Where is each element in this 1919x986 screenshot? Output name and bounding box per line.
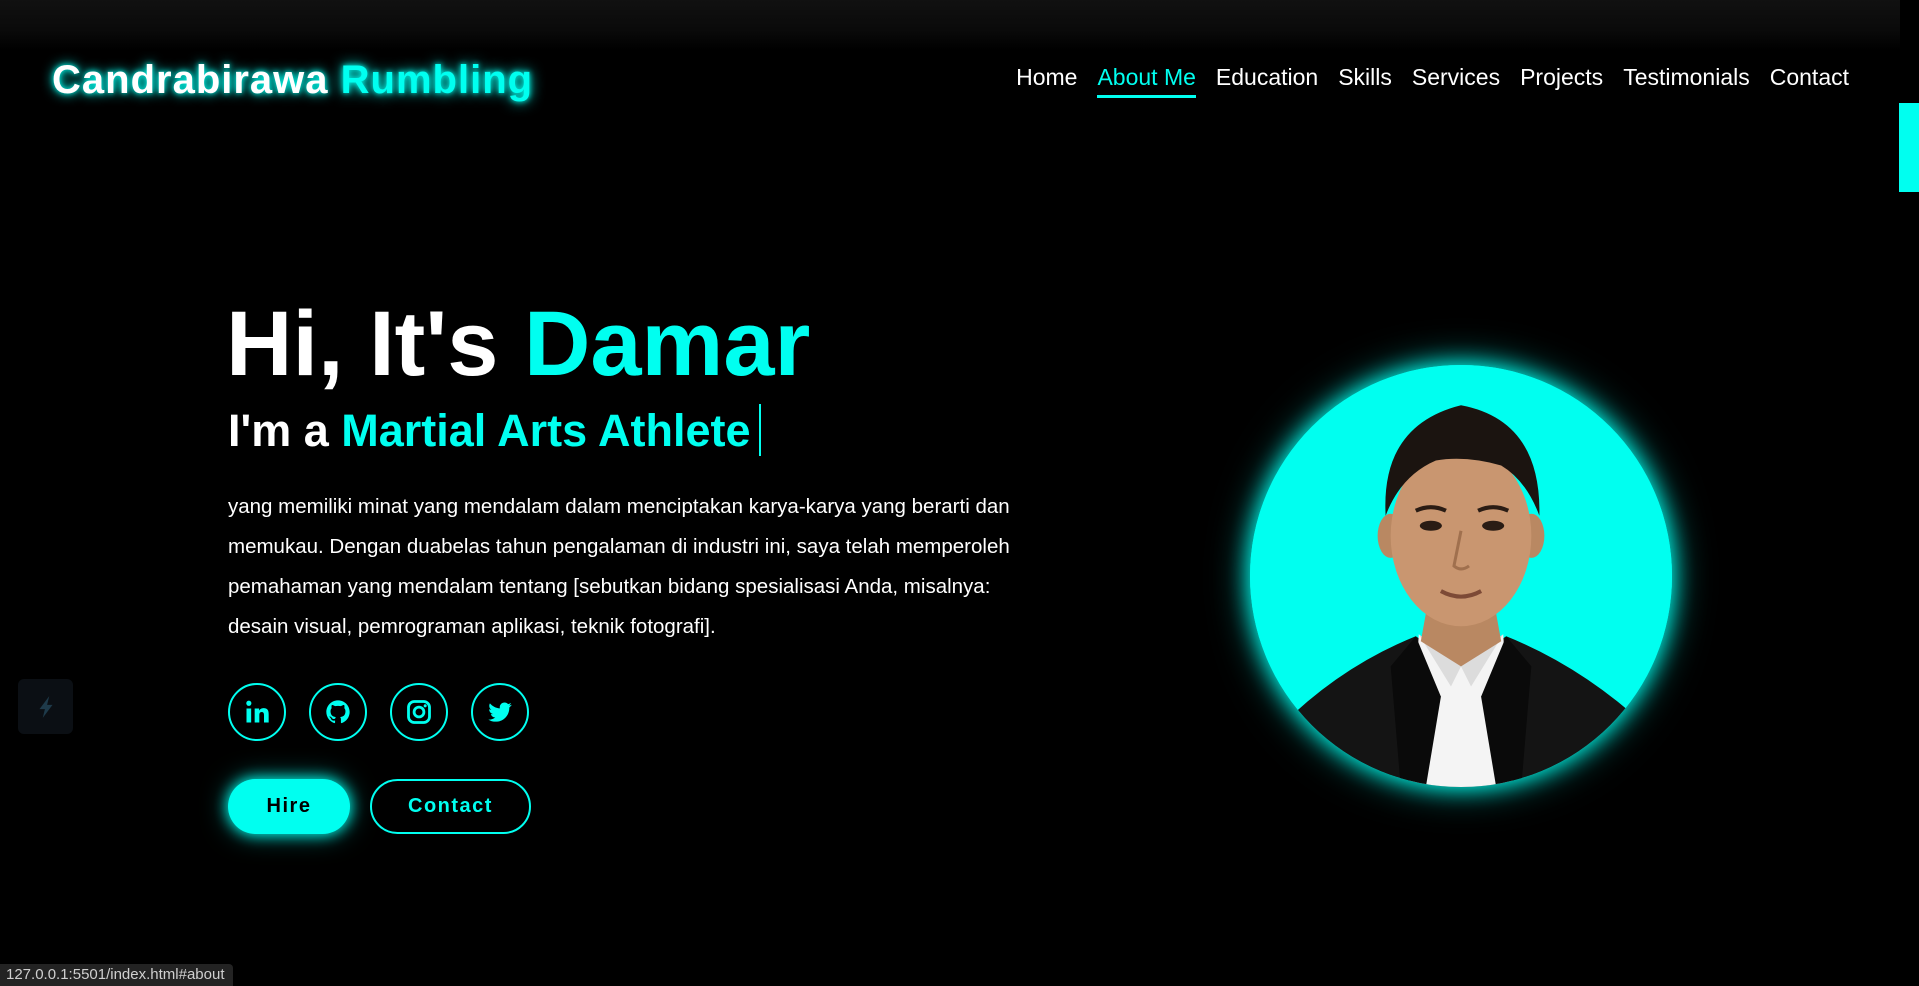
hire-button[interactable]: Hire	[228, 779, 350, 834]
role-prefix: I'm a	[228, 405, 329, 456]
lightning-icon	[39, 695, 52, 718]
logo-part2: Rumbling	[340, 58, 534, 102]
scrollbar-thumb[interactable]	[1899, 103, 1919, 192]
nav-home[interactable]: Home	[1016, 64, 1077, 98]
nav-testimonials[interactable]: Testimonials	[1623, 64, 1750, 98]
nav-skills[interactable]: Skills	[1338, 64, 1392, 98]
twitter-icon	[488, 702, 512, 722]
nav-services[interactable]: Services	[1412, 64, 1500, 98]
main-nav: Home About Me Education Skills Services …	[1016, 64, 1849, 98]
github-icon	[326, 700, 350, 724]
profile-photo	[1250, 365, 1672, 787]
twitter-link[interactable]	[471, 683, 529, 741]
logo-part1: Candrabirawa	[52, 58, 329, 102]
nav-about-me[interactable]: About Me	[1097, 64, 1196, 98]
nav-projects[interactable]: Projects	[1520, 64, 1603, 98]
github-link[interactable]	[309, 683, 367, 741]
typing-caret	[758, 404, 761, 457]
role-text: Martial Arts Athlete	[341, 405, 751, 456]
social-links	[228, 683, 529, 741]
contact-button[interactable]: Contact	[370, 779, 531, 834]
nav-education[interactable]: Education	[1216, 64, 1318, 98]
nav-contact[interactable]: Contact	[1770, 64, 1849, 98]
linkedin-icon	[246, 700, 269, 723]
site-logo[interactable]: Candrabirawa Rumbling	[52, 58, 533, 103]
instagram-link[interactable]	[390, 683, 448, 741]
floating-widget-button[interactable]	[18, 679, 73, 734]
page: Candrabirawa Rumbling Home About Me Educ…	[0, 0, 1919, 986]
link-status-bar: 127.0.0.1:5501/index.html#about	[0, 964, 233, 986]
hero-name: Damar	[523, 293, 811, 395]
profile-portrait	[1250, 365, 1672, 787]
instagram-icon	[407, 700, 431, 724]
linkedin-link[interactable]	[228, 683, 286, 741]
hero-title: Hi, It's Damar	[226, 296, 810, 393]
top-strip	[0, 0, 1900, 50]
hero-description: yang memiliki minat yang mendalam dalam …	[228, 495, 1010, 638]
hero-greeting: Hi, It's	[226, 293, 499, 395]
hero-subtitle: I'm a Martial Arts Athlete	[228, 404, 761, 457]
hero-buttons: Hire Contact	[228, 779, 531, 834]
